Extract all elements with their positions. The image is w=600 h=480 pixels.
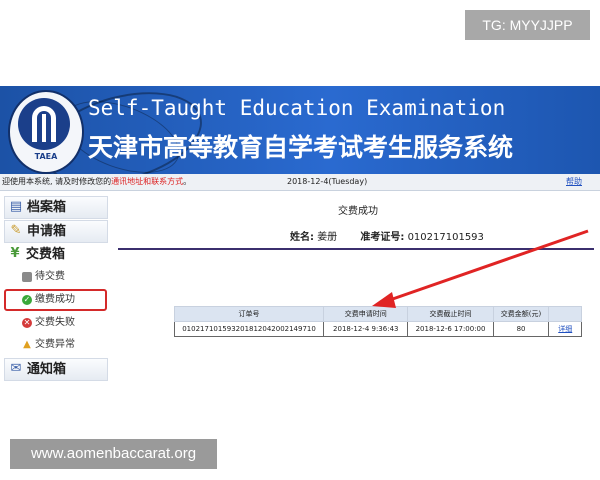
sidebar-notice[interactable]: ✉ 通知箱 [4,358,108,381]
taea-logo: TAEA [8,90,84,174]
info-bar: 迎使用本系统, 请及时修改您的通讯地址和联系方式。 2018-12-4(Tues… [0,174,600,191]
column-header [548,306,582,322]
sidebar-item-pending[interactable]: 待交费 [4,268,106,286]
column-header: 交费金额(元) [492,306,550,322]
divider [118,248,594,250]
detail-cell: 详细 [548,321,582,337]
envelope-icon: ✉ [10,361,22,376]
sidebar-archive[interactable]: ▤ 档案箱 [4,196,108,219]
pending-icon [22,272,32,282]
sidebar-item-failed[interactable]: ✕ 交费失败 [4,314,106,332]
help-link[interactable]: 帮助 [566,174,582,190]
student-info: 姓名: 姜册 准考证号: 010217101593 [290,232,484,243]
amount: 80 [492,321,550,337]
warning-icon: ▲ [23,339,31,350]
pen-icon: ✎ [10,223,22,238]
contact-info-link[interactable]: 通讯地址和联系方式 [111,177,183,186]
watermark-top: TG: MYYJJPP [465,10,590,40]
page-title: 交费成功 [338,206,378,217]
detail-link[interactable]: 详细 [558,325,572,333]
column-header: 订单号 [173,306,325,322]
payment-table: 订单号 交费申请时间 交费截止时间 交费金额(元) 01021710159320… [173,306,582,337]
header-title-en: Self-Taught Education Examination [88,96,506,120]
table-header-row: 订单号 交费申请时间 交费截止时间 交费金额(元) [173,306,582,322]
header-title-cn: 天津市高等教育自学考试考生服务系统 [88,133,514,162]
watermark-bottom: www.aomenbaccarat.org [10,439,217,469]
order-number: 010217101593201812042002149710 [173,321,325,337]
header-banner: TAEA Self-Taught Education Examination 天… [0,86,600,174]
column-header: 交费申请时间 [323,306,409,322]
current-date: 2018-12-4(Tuesday) [287,177,368,186]
active-item-highlight [4,289,107,311]
welcome-notice: 迎使用本系统, 请及时修改您的通讯地址和联系方式。 [2,177,192,186]
student-name: 姜册 [317,232,338,243]
deadline-time: 2018-12-6 17:00:00 [407,321,494,337]
sidebar-payment[interactable]: ¥ 交费箱 [4,244,106,265]
yen-icon: ¥ [10,246,20,261]
exam-id: 010217101593 [407,232,484,243]
sidebar: ▤ 档案箱 ✎ 申请箱 ¥ 交费箱 待交费 ✓ 缴费成功 ✕ 交费失败 ▲ 交费… [0,192,108,382]
sidebar-apply[interactable]: ✎ 申请箱 [4,220,108,243]
fail-x-icon: ✕ [22,318,32,328]
logo-text: TAEA [34,152,58,161]
main-content: 交费成功 姓名: 姜册 准考证号: 010217101593 订单号 交费申请时… [108,192,600,382]
sidebar-item-abnormal[interactable]: ▲ 交费异常 [4,336,106,354]
apply-time: 2018-12-4 9:36:43 [323,321,409,337]
column-header: 交费截止时间 [407,306,494,322]
folder-icon: ▤ [9,199,23,214]
table-row: 010217101593201812042002149710 2018-12-4… [173,321,582,337]
